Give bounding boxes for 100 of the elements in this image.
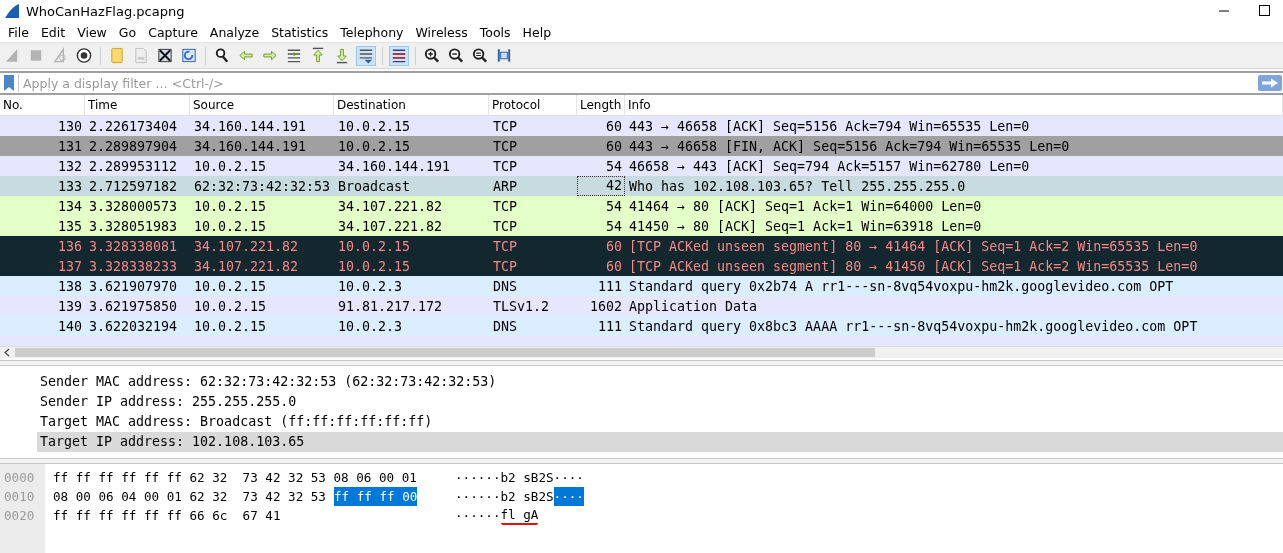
table-cell-text: 136 <box>56 238 83 254</box>
packet-row[interactable]: 134 3.328000573 10.0.2.15 34.107.221.82 TCP 54 41464 → 80 [ACK] Seq=1 Ack=1 Win=64000 Len=0 <box>0 196 1283 216</box>
table-cell: DNS <box>493 318 518 334</box>
menu-item[interactable]: Help <box>516 22 558 42</box>
table-cell-text: 2.226173404 <box>88 118 179 134</box>
table-cell-text: 443 → 46658 [ACK] Seq=5156 Ack=794 Win=65535 Len=0 <box>628 118 1031 134</box>
table-cell: TLSv1.2 <box>493 298 550 314</box>
column-header[interactable]: Info <box>625 95 1283 115</box>
table-cell-text: 3.621907970 <box>88 278 179 294</box>
table-cell-text: 62:32:73:42:32:53 <box>193 178 332 194</box>
column-header[interactable]: Length <box>577 95 625 115</box>
zoom-out-icon <box>447 46 465 65</box>
table-cell-text: 3.622032194 <box>88 318 179 334</box>
packet-row[interactable]: 138 3.621907970 10.0.2.15 10.0.2.3 DNS 111 Standard query 0x2b74 A rr1---sn-8vq54voxpu-hm2k.googlevideo.com OPT <box>0 276 1283 296</box>
reload-icon <box>180 46 198 65</box>
table-cell-text: 54 <box>605 198 623 214</box>
table-cell: TCP <box>493 118 518 134</box>
table-cell-text: 10.0.2.15 <box>193 298 268 314</box>
menu-item[interactable]: Edit <box>34 22 72 42</box>
detail-line[interactable]: Sender IP address: 255.255.255.0 <box>0 392 1283 412</box>
hex-bytes[interactable]: 08 00 06 04 00 01 62 32 73 42 32 53 <box>53 487 326 506</box>
table-cell-text: Standard query 0x2b74 A rr1---sn-8vq54voxpu-hm2k.googlevideo.com OPT <box>628 278 1175 294</box>
packet-row[interactable]: 139 3.621975850 10.0.2.15 91.81.217.172 TLSv1.2 1602 Application Data <box>0 296 1283 316</box>
bookmark-icon[interactable] <box>3 74 15 92</box>
table-cell-text: 34.160.144.191 <box>193 138 308 154</box>
table-cell: TCP <box>493 218 518 234</box>
ascii-text[interactable]: ······b2 sB2S···· <box>455 468 584 487</box>
table-cell-text: Application Data <box>628 298 759 314</box>
table-cell-text: 137 <box>56 258 83 274</box>
zoom-reset-icon <box>471 46 489 65</box>
table-cell-text: 3.328338233 <box>88 258 179 274</box>
packet-row[interactable]: 137 3.328338233 34.107.221.82 10.0.2.15 TCP 60 [TCP ACKed unseen segment] 80 → 41450 [ACK] Seq=1 Ack=2 Win=65535 Len=0 <box>0 256 1283 276</box>
table-cell-text: 1602 <box>588 298 623 314</box>
table-cell-text: 91.81.217.172 <box>337 298 444 314</box>
table-cell: TCP <box>493 138 518 154</box>
column-header[interactable]: Time <box>85 95 190 115</box>
byte-offset: 0010 <box>3 488 36 506</box>
table-cell-text: 132 <box>56 158 83 174</box>
table-cell-text: 140 <box>56 318 83 334</box>
table-cell-text: Who has 102.108.103.65? Tell 255.255.255.0 <box>628 178 967 194</box>
table-cell-text: 10.0.2.15 <box>193 278 268 294</box>
table-cell-text: 131 <box>56 138 83 154</box>
menu-item[interactable]: Statistics <box>265 22 335 42</box>
table-cell-text: 138 <box>56 278 83 294</box>
ascii-text[interactable]: ······ <box>455 506 501 525</box>
up-arrow-icon <box>309 46 327 65</box>
colorize-button[interactable] <box>389 45 409 66</box>
table-cell-text: 3.328000573 <box>88 198 179 214</box>
menu-item[interactable]: View <box>71 22 113 42</box>
table-cell-text: 60 <box>605 118 623 134</box>
hex-bytes[interactable]: ff ff ff ff ff ff 66 6c 67 41 <box>53 506 281 525</box>
table-cell-text: 3.621975850 <box>88 298 179 314</box>
menu-item[interactable]: Telephony <box>334 22 410 42</box>
table-cell-text: 2.289897904 <box>88 138 179 154</box>
ascii-text[interactable]: ······b2 sB2S <box>455 487 554 506</box>
menu-item[interactable]: Wireless <box>409 22 474 42</box>
autoscroll-button[interactable] <box>356 45 376 66</box>
hex-bytes[interactable]: ff ff ff ff ff ff 62 32 73 42 32 53 08 06 00 01 <box>53 468 417 487</box>
packet-row[interactable]: 132 2.289953112 10.0.2.15 34.160.144.191 TCP 54 46658 → 443 [ACK] Seq=794 Ack=5157 Win=62780 Len=0 <box>0 156 1283 176</box>
table-cell-text: 111 <box>596 278 623 294</box>
packet-row[interactable]: 135 3.328051983 10.0.2.15 34.107.221.82 TCP 54 41450 → 80 [ACK] Seq=1 Ack=1 Win=63918 Len=0 <box>0 216 1283 236</box>
menu-item[interactable]: Tools <box>473 22 517 42</box>
table-cell-text: 10.0.2.3 <box>337 318 404 334</box>
packet-row[interactable]: 133 2.712597182 62:32:73:42:32:53 Broadcast ARP 42 Who has 102.108.103.65? Tell 255.255.255.0 <box>0 176 1283 196</box>
packet-row[interactable]: 136 3.328338081 34.107.221.82 10.0.2.15 TCP 60 [TCP ACKed unseen segment] 80 → 41464 [ACK] Seq=1 Ack=2 Win=65535 Len=0 <box>0 236 1283 256</box>
table-cell-text: 10.0.2.15 <box>337 118 412 134</box>
column-header[interactable]: Protocol <box>489 95 577 115</box>
menu-item[interactable]: Analyze <box>203 22 266 42</box>
table-cell-text: 10.0.2.15 <box>337 258 412 274</box>
table-cell-text: 60 <box>605 138 623 154</box>
table-cell-text: 34.107.221.82 <box>193 238 300 254</box>
gear-button[interactable] <box>74 45 94 66</box>
packet-row[interactable]: 130 2.226173404 34.160.144.191 10.0.2.15 TCP 60 443 → 46658 [ACK] Seq=5156 Ack=794 Win=65535 Len=0 <box>0 116 1283 136</box>
search-icon <box>213 46 231 65</box>
table-cell-text: 130 <box>56 118 83 134</box>
menu-item[interactable]: File <box>2 22 35 42</box>
table-cell-text: 135 <box>56 218 83 234</box>
hex-bytes[interactable]: ff ff ff 00 <box>333 487 418 506</box>
table-cell-text: 60 <box>605 238 623 254</box>
column-header[interactable]: Destination <box>334 95 489 115</box>
packet-row[interactable]: 140 3.622032194 10.0.2.15 10.0.2.3 DNS 111 Standard query 0x8bc3 AAAA rr1---sn-8vq54voxpu-hm2k.googlevideo.com OPT <box>0 316 1283 336</box>
table-cell-text: 34.160.144.191 <box>337 158 452 174</box>
detail-line[interactable]: Sender MAC address: 62:32:73:42:32:53 (62:32:73:42:32:53) <box>0 372 1283 392</box>
table-cell-text: Broadcast <box>337 178 412 194</box>
packet-row[interactable]: 131 2.289897904 34.160.144.191 10.0.2.15 TCP 60 443 → 46658 [FIN, ACK] Seq=5156 Ack=794 Win=65535 Len=0 <box>0 136 1283 156</box>
menu-item[interactable]: Go <box>112 22 143 42</box>
shark-fin-icon <box>4 3 20 19</box>
restart-icon <box>51 46 69 65</box>
scrollbar-thumb[interactable] <box>15 348 875 357</box>
column-header[interactable]: No. <box>0 95 85 115</box>
table-cell-text: 34.107.221.82 <box>193 258 300 274</box>
detail-line[interactable]: Target MAC address: Broadcast (ff:ff:ff:ff:ff:ff) <box>0 412 1283 432</box>
ascii-text[interactable]: fl gA <box>500 506 539 525</box>
table-cell-text: 34.107.221.82 <box>337 198 444 214</box>
table-cell-text: 10.0.2.15 <box>337 238 412 254</box>
ascii-text[interactable]: ···· <box>553 487 584 506</box>
scroll-left-icon[interactable] <box>3 348 11 357</box>
column-header[interactable]: Source <box>190 95 334 115</box>
table-cell-text: 41450 → 80 [ACK] Seq=1 Ack=1 Win=63918 Len=0 <box>628 218 983 234</box>
menu-item[interactable]: Capture <box>142 22 204 42</box>
